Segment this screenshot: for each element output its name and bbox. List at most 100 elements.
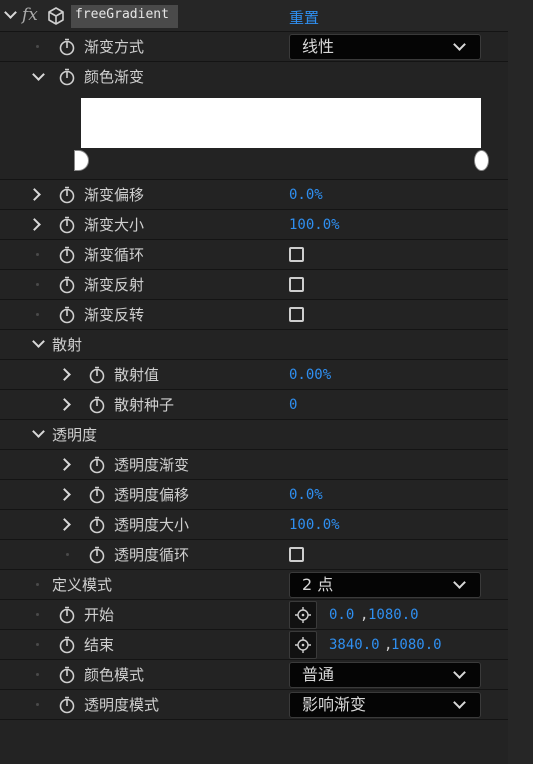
end-y-value[interactable]: 1080.0 [391, 630, 442, 660]
stopwatch-icon[interactable] [88, 366, 106, 384]
gradient-mode-dropdown[interactable]: 线性 [289, 34, 481, 60]
gradient-reflect-checkbox[interactable] [289, 277, 304, 292]
opacity-offset-label: 透明度偏移 [114, 486, 190, 504]
opacity-mode-dropdown[interactable]: 影响渐变 [289, 692, 481, 718]
expand-chevron-icon[interactable] [28, 188, 41, 201]
effect-name-box[interactable]: freeGradient [71, 5, 178, 28]
indent-dot [36, 283, 39, 286]
indent-dot [36, 313, 39, 316]
collapse-chevron-icon[interactable] [4, 6, 17, 19]
stopwatch-icon[interactable] [88, 546, 106, 564]
expand-chevron-icon[interactable] [32, 335, 45, 348]
stopwatch-icon[interactable] [58, 276, 76, 294]
gradient-offset-label: 渐变偏移 [84, 186, 145, 204]
reset-link[interactable]: 重置 [289, 7, 319, 28]
gradient-ramp[interactable] [81, 98, 481, 148]
cube-icon [48, 7, 64, 25]
stopwatch-icon[interactable] [58, 696, 76, 714]
gradient-mode-value: 线性 [302, 37, 335, 56]
gradient-loop-label: 渐变循环 [84, 246, 145, 264]
gradient-offset-value[interactable]: 0.0% [289, 180, 323, 210]
stopwatch-icon[interactable] [58, 606, 76, 624]
expand-chevron-icon[interactable] [32, 68, 45, 81]
stopwatch-icon[interactable] [58, 216, 76, 234]
stopwatch-icon[interactable] [58, 306, 76, 324]
scatter-seed-label: 散射种子 [114, 396, 175, 414]
gradient-reverse-label: 渐变反转 [84, 306, 145, 324]
expand-chevron-icon[interactable] [58, 518, 71, 531]
indent-dot [36, 643, 39, 646]
gradient-size-label: 渐变大小 [84, 216, 145, 234]
row-color-mode: 颜色模式 普通 [0, 660, 508, 690]
expand-chevron-icon[interactable] [58, 488, 71, 501]
crosshair-icon [295, 637, 311, 653]
scatter-group-label: 散射 [52, 336, 83, 354]
indent-dot [36, 253, 39, 256]
row-gradient-reverse: 渐变反转 [0, 300, 508, 330]
start-x-value[interactable]: 0.0 [329, 600, 354, 630]
gradient-stop-right[interactable] [474, 150, 489, 171]
start-y-value[interactable]: 1080.0 [368, 600, 419, 630]
start-point-picker[interactable] [289, 601, 317, 629]
row-start: 开始 0.0 , 1080.0 [0, 600, 508, 630]
opacity-offset-value[interactable]: 0.0% [289, 480, 323, 510]
row-opacity-loop: 透明度循环 [0, 540, 508, 570]
row-opacity-gradient: 透明度渐变 [0, 450, 508, 480]
gradient-reverse-checkbox[interactable] [289, 307, 304, 322]
scrollbar[interactable] [508, 0, 533, 764]
row-scatter-group: 散射 [0, 330, 508, 360]
define-mode-dropdown[interactable]: 2 点 [289, 572, 481, 598]
stopwatch-icon[interactable] [88, 516, 106, 534]
opacity-loop-checkbox[interactable] [289, 547, 304, 562]
opacity-gradient-label: 透明度渐变 [114, 456, 190, 474]
expand-chevron-icon[interactable] [58, 458, 71, 471]
stopwatch-icon[interactable] [58, 38, 76, 56]
scatter-value-label: 散射值 [114, 366, 160, 384]
opacity-size-value[interactable]: 100.0% [289, 510, 340, 540]
opacity-loop-label: 透明度循环 [114, 546, 190, 564]
stopwatch-icon[interactable] [58, 68, 76, 86]
color-mode-dropdown[interactable]: 普通 [289, 662, 481, 688]
color-mode-value: 普通 [302, 665, 335, 684]
stopwatch-icon[interactable] [88, 396, 106, 414]
chevron-down-icon [453, 38, 466, 51]
row-scatter-value: 散射值 0.00% [0, 360, 508, 390]
chevron-down-icon [453, 696, 466, 709]
opacity-mode-value: 影响渐变 [302, 695, 367, 714]
chevron-down-icon [453, 666, 466, 679]
row-opacity-group: 透明度 [0, 420, 508, 450]
expand-chevron-icon[interactable] [58, 368, 71, 381]
stopwatch-icon[interactable] [58, 186, 76, 204]
effect-header: fx freeGradient 重置 [0, 0, 508, 32]
expand-chevron-icon[interactable] [58, 398, 71, 411]
indent-dot [36, 613, 39, 616]
define-mode-value: 2 点 [302, 575, 334, 594]
stopwatch-icon[interactable] [58, 246, 76, 264]
end-point-picker[interactable] [289, 631, 317, 659]
color-mode-label: 颜色模式 [84, 666, 145, 684]
stopwatch-icon[interactable] [88, 456, 106, 474]
fx-icon[interactable]: fx [22, 5, 38, 25]
gradient-stop-left[interactable] [74, 150, 89, 171]
color-gradient-label: 颜色渐变 [84, 68, 145, 86]
gradient-loop-checkbox[interactable] [289, 247, 304, 262]
row-define-mode: 定义模式 2 点 [0, 570, 508, 600]
row-opacity-mode: 透明度模式 影响渐变 [0, 690, 508, 720]
start-label: 开始 [84, 606, 115, 624]
row-color-gradient: 颜色渐变 [0, 62, 508, 180]
gradient-mode-label: 渐变方式 [84, 38, 145, 56]
row-end: 结束 3840.0 , 1080.0 [0, 630, 508, 660]
chevron-down-icon [453, 576, 466, 589]
indent-dot [36, 583, 39, 586]
gradient-size-value[interactable]: 100.0% [289, 210, 340, 240]
effect-name: freeGradient [75, 7, 169, 22]
end-x-value[interactable]: 3840.0 [329, 630, 380, 660]
stopwatch-icon[interactable] [58, 636, 76, 654]
scatter-value-value[interactable]: 0.00% [289, 360, 331, 390]
expand-chevron-icon[interactable] [28, 218, 41, 231]
row-opacity-size: 透明度大小 100.0% [0, 510, 508, 540]
expand-chevron-icon[interactable] [32, 425, 45, 438]
stopwatch-icon[interactable] [58, 666, 76, 684]
scatter-seed-value[interactable]: 0 [289, 390, 297, 420]
stopwatch-icon[interactable] [88, 486, 106, 504]
